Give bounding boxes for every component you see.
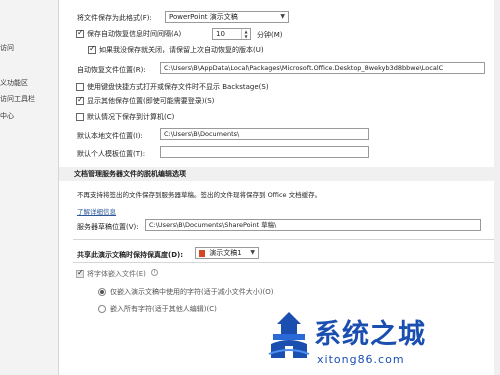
save-format-label: 将文件保存为此格式(F): [77, 14, 152, 22]
show-more-locations-label: 显示其他保存位置(即使可能需要登录)(S) [87, 97, 215, 105]
sidebar-item-customize-ribbon[interactable]: 义功能区 [0, 77, 28, 89]
server-drafts-label: 服务器草稿位置(V): [77, 223, 139, 231]
section-divider [73, 239, 500, 240]
fidelity-section-header: 共享此演示文稿时保持保真度(D): [77, 251, 184, 259]
autorecover-location-label: 自动恢复文件位置(R): [77, 66, 146, 74]
default-template-location-label: 默认个人模板位置(T): [77, 150, 146, 158]
sidebar-item-trust-center[interactable]: 中心 [0, 110, 14, 122]
server-drafts-field[interactable]: C:\Users\B\Documents\SharePoint 草稿\ [145, 219, 481, 231]
embed-fonts-checkbox[interactable] [76, 268, 84, 278]
default-template-location-field[interactable] [160, 146, 369, 158]
embed-all-characters-label: 嵌入所有字符(适于其他人编辑)(C) [110, 305, 217, 313]
autorecover-checkbox[interactable] [76, 28, 84, 38]
keep-last-version-checkbox[interactable] [88, 44, 96, 54]
section-divider [73, 262, 500, 263]
default-computer-label: 默认情况下保存到计算机(C) [87, 113, 175, 121]
show-more-locations-checkbox[interactable] [76, 95, 84, 105]
no-backstage-checkbox[interactable] [76, 83, 84, 91]
spinner-arrows-icon[interactable]: ▲ ▼ [241, 29, 250, 39]
save-format-value: PowerPoint 演示文稿 [169, 13, 238, 21]
powerpoint-icon [199, 249, 205, 257]
embed-fonts-label: 将字体嵌入文件(E) [87, 270, 146, 278]
default-local-location-field[interactable]: C:\Users\B\Documents\ [160, 128, 369, 140]
learn-more-link[interactable]: 了解详细信息 [77, 206, 116, 216]
chevron-down-icon: ▼ [250, 249, 255, 256]
chevron-down-icon: ▼ [280, 13, 285, 20]
default-computer-checkbox[interactable] [76, 113, 84, 121]
embed-all-characters-radio[interactable] [98, 305, 106, 313]
minutes-label: 分钟(M) [257, 31, 283, 39]
autorecover-label: 保存自动恢复信息时间间隔(A) [87, 30, 182, 38]
presentation-select-value: 演示文稿1 [209, 249, 242, 257]
options-sidebar: 访问 义功能区 访问工具栏 中心 [0, 0, 59, 375]
info-icon: i [151, 269, 158, 276]
save-format-select[interactable]: PowerPoint 演示文稿 ▼ [165, 11, 289, 23]
watermark-title: 系统之城 [314, 319, 426, 350]
watermark-url: xitong86.com [317, 353, 405, 366]
no-backstage-label: 使用键盘快捷方式打开或保存文件时不显示 Backstage(S) [87, 83, 269, 91]
default-local-location-label: 默认本地文件位置(I): [77, 132, 143, 140]
offline-editing-section-header: 文档管理服务器文件的脱机编辑选项 [59, 167, 500, 181]
autorecover-location-field[interactable]: C:\Users\B\AppData\Local\Packages\Micros… [160, 62, 485, 74]
autorecover-minutes-value: 10 [216, 30, 225, 38]
autorecover-minutes-stepper[interactable]: 10 ▲ ▼ [212, 28, 251, 40]
keep-last-version-label: 如果我没保存就关闭，请保留上次自动恢复的版本(U) [99, 46, 264, 54]
presentation-select[interactable]: 演示文稿1 ▼ [195, 247, 259, 259]
site-watermark: 系统之城 xitong86.com [257, 304, 500, 375]
castle-logo-icon [268, 312, 310, 358]
offline-description: 不再支持将签出的文件保存到服务器草稿。签出的文件现将保存到 Office 文档缓… [77, 191, 322, 199]
embed-used-characters-radio[interactable] [98, 288, 106, 296]
embed-used-characters-label: 仅嵌入演示文稿中使用的字符(适于减小文件大小)(O) [110, 288, 274, 296]
sidebar-item-quick-access-toolbar[interactable]: 访问工具栏 [0, 93, 35, 105]
sidebar-item-access[interactable]: 访问 [0, 42, 14, 54]
